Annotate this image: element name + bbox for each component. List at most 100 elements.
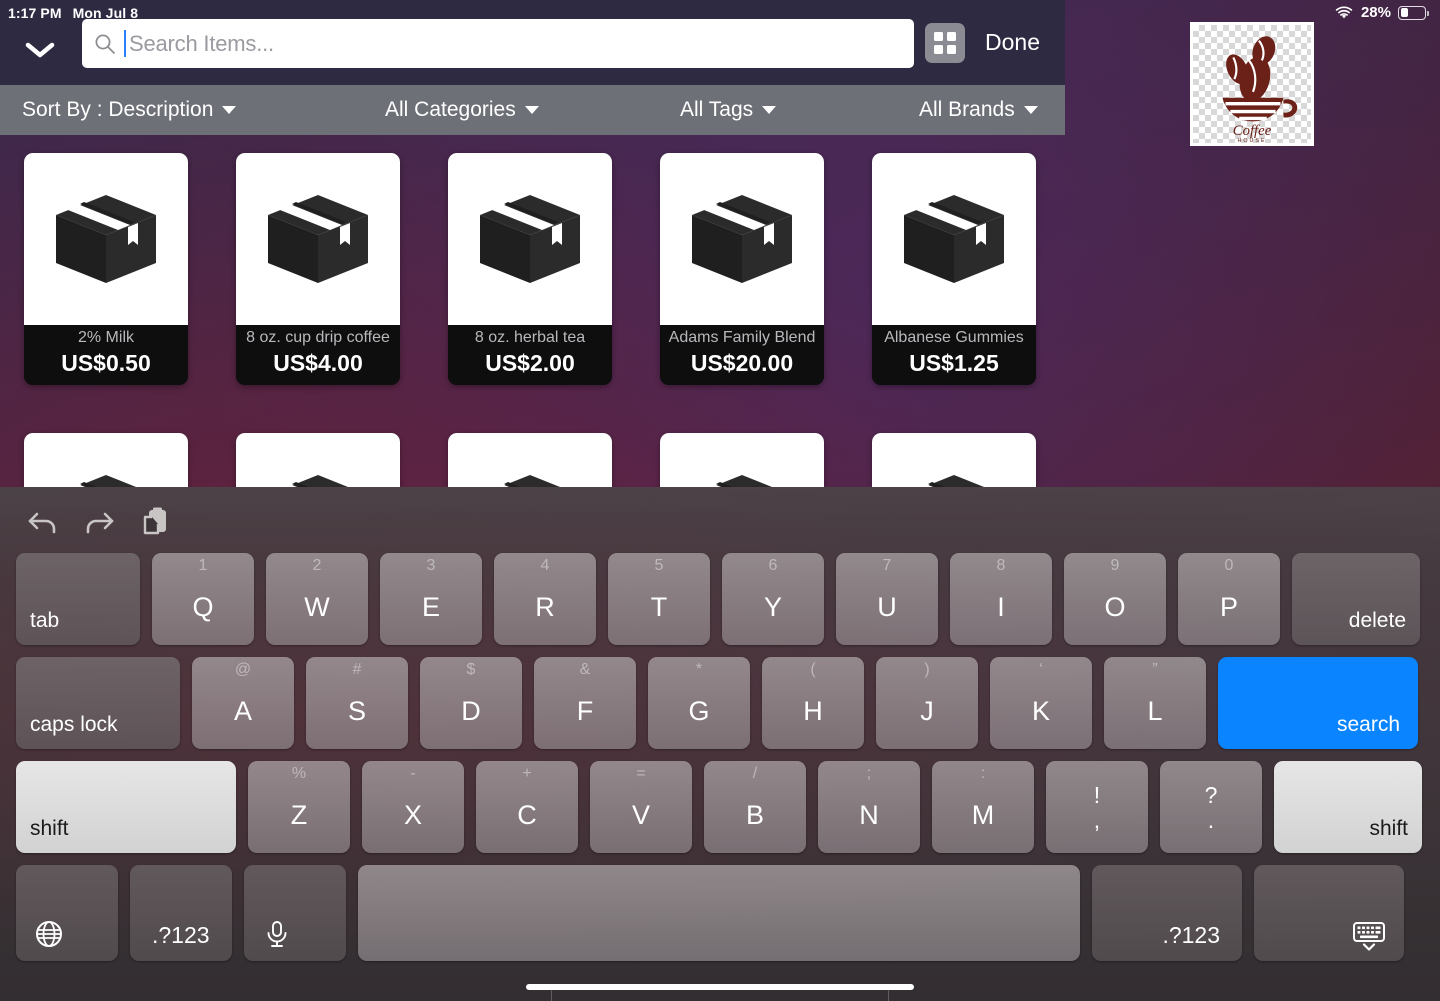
product-card[interactable]: 8 oz. herbal tea US$2.00	[448, 153, 612, 385]
key-space[interactable]	[358, 865, 1080, 961]
chevron-down-icon	[524, 106, 539, 114]
product-card[interactable]: Albanese Gummies US$1.25	[872, 153, 1036, 385]
key-j[interactable]: ) J	[876, 657, 978, 749]
undo-button[interactable]	[24, 503, 64, 541]
key-alt-label: ;	[866, 765, 872, 782]
key-t[interactable]: 5T	[608, 553, 710, 645]
key-alt-label: ‘	[1039, 661, 1043, 678]
key-w[interactable]: 2W	[266, 553, 368, 645]
sort-by-filter[interactable]: Sort By : Description	[22, 98, 237, 122]
key-tab[interactable]: tab	[16, 553, 140, 645]
key-alt-label: *	[695, 661, 703, 678]
categories-filter[interactable]: All Categories	[385, 98, 539, 122]
key-numeric-right[interactable]: .?123	[1092, 865, 1242, 961]
product-image	[448, 153, 612, 325]
collapse-panel-button[interactable]	[22, 37, 58, 61]
on-screen-keyboard: tab 1 Q 2 W 3 E 4 R 5 T 6 Y 7 U 8 I 9 O 0 Pdelete caps lock @…	[0, 487, 1440, 1001]
chevron-down-icon	[25, 42, 55, 58]
key-label: U	[877, 591, 897, 622]
key-b[interactable]: / B	[704, 761, 806, 853]
product-price: US$2.00	[485, 350, 575, 376]
product-image	[448, 433, 612, 490]
key-alt-label: 4	[540, 557, 550, 574]
key-punctuation[interactable]: !,	[1046, 761, 1148, 853]
key-n[interactable]: ; N	[818, 761, 920, 853]
tags-filter[interactable]: All Tags	[680, 98, 777, 122]
store-logo: Coffee HOUSE	[1190, 22, 1314, 146]
key-e[interactable]: 3E	[380, 553, 482, 645]
grid-view-toggle-button[interactable]	[925, 23, 965, 63]
product-card[interactable]	[448, 433, 612, 490]
key-delete[interactable]: delete	[1292, 553, 1420, 645]
product-card[interactable]	[236, 433, 400, 490]
store-logo-image: Coffee HOUSE	[1193, 25, 1311, 143]
wifi-icon	[1335, 6, 1353, 19]
key-label: A	[233, 695, 252, 726]
key-alt-label: .	[1207, 807, 1215, 833]
tags-filter-label: All Tags	[680, 98, 754, 121]
key-y[interactable]: 6Y	[722, 553, 824, 645]
brands-filter-label: All Brands	[919, 98, 1015, 121]
key-u[interactable]: 7U	[836, 553, 938, 645]
key-h[interactable]: (H	[762, 657, 864, 749]
search-field[interactable]: Search Items...	[82, 19, 914, 68]
key-z[interactable]: % Z	[248, 761, 350, 853]
product-meta: Albanese Gummies US$1.25	[872, 325, 1036, 385]
redo-button[interactable]	[78, 503, 118, 541]
product-card[interactable]	[872, 433, 1036, 490]
key-label: B	[745, 799, 764, 830]
product-card[interactable]	[660, 433, 824, 490]
product-name: Albanese Gummies	[884, 329, 1024, 346]
key-o[interactable]: 9O	[1064, 553, 1166, 645]
key-numeric-left[interactable]: .?123	[130, 865, 232, 961]
key-a[interactable]: @ A	[192, 657, 294, 749]
key-label: .?123	[152, 922, 210, 948]
key-x[interactable]: -X	[362, 761, 464, 853]
key-p[interactable]: 0P	[1178, 553, 1280, 645]
key-i[interactable]: 8I	[950, 553, 1052, 645]
product-card[interactable]: 8 oz. cup drip coffee US$4.00	[236, 153, 400, 385]
paste-button[interactable]	[134, 503, 174, 541]
key-alt-label: $	[466, 661, 476, 678]
key-s[interactable]: # S	[306, 657, 408, 749]
key-alt-label: 0	[1224, 557, 1234, 574]
globe-icon	[36, 921, 62, 947]
product-card[interactable]	[24, 433, 188, 490]
key-dismiss-keyboard[interactable]	[1254, 865, 1404, 961]
key-punctuation[interactable]: ?.	[1160, 761, 1262, 853]
key-d[interactable]: $ D	[420, 657, 522, 749]
key-dictation[interactable]	[244, 865, 346, 961]
status-time: 1:17 PM	[8, 5, 62, 21]
key-shift-left[interactable]: shift	[16, 761, 236, 853]
key-alt-label: 5	[654, 557, 664, 574]
product-card[interactable]: Adams Family Blend US$20.00	[660, 153, 824, 385]
key-globe[interactable]	[16, 865, 118, 961]
product-name: Adams Family Blend	[668, 329, 816, 346]
key-l[interactable]: ” L	[1104, 657, 1206, 749]
key-search-return[interactable]: search	[1218, 657, 1418, 749]
key-m[interactable]: :M	[932, 761, 1034, 853]
key-q[interactable]: 1Q	[152, 553, 254, 645]
key-label: J	[920, 695, 934, 726]
package-box-icon	[268, 195, 368, 283]
svg-text:Coffee: Coffee	[1233, 123, 1272, 139]
key-alt-label: #	[352, 661, 362, 678]
product-price: US$1.25	[909, 350, 999, 376]
key-f[interactable]: & F	[534, 657, 636, 749]
done-button[interactable]: Done	[985, 29, 1040, 56]
key-c[interactable]: + C	[476, 761, 578, 853]
product-card[interactable]: 2% Milk US$0.50	[24, 153, 188, 385]
key-label: E	[421, 591, 440, 622]
product-image	[872, 153, 1036, 325]
key-v[interactable]: = V	[590, 761, 692, 853]
brands-filter[interactable]: All Brands	[919, 98, 1038, 122]
package-box-icon	[904, 195, 1004, 283]
product-image	[24, 153, 188, 325]
key-r[interactable]: 4R	[494, 553, 596, 645]
keyboard-row-4: .?123 .?123	[0, 865, 1440, 961]
key-k[interactable]: ‘K	[990, 657, 1092, 749]
key-caps-lock[interactable]: caps lock	[16, 657, 180, 749]
key-shift-right[interactable]: shift	[1274, 761, 1422, 853]
key-g[interactable]: * G	[648, 657, 750, 749]
package-box-icon	[56, 195, 156, 283]
